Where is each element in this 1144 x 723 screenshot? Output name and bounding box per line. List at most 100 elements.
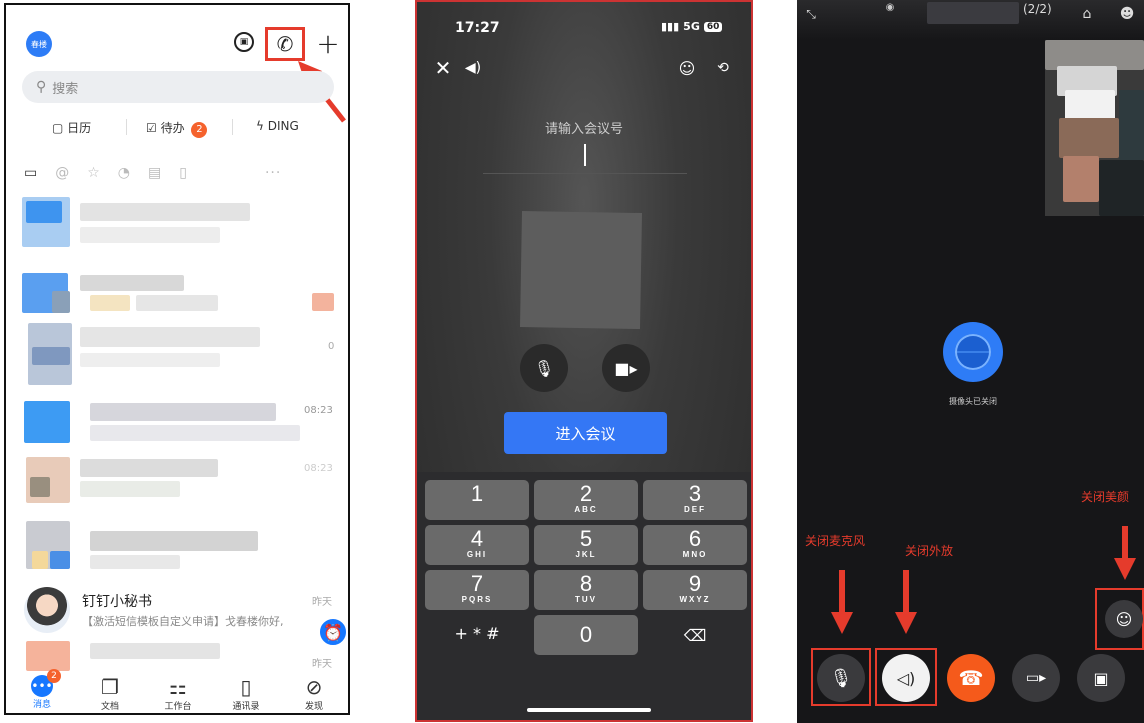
globe-icon [955, 334, 991, 370]
timestamp: 昨天 [312, 659, 332, 670]
speaker-button[interactable]: ◁) [882, 654, 930, 702]
status-time: 17:27 [455, 20, 500, 36]
lightning-icon: ϟ [256, 119, 268, 133]
text-cursor [584, 144, 586, 166]
tab-messages[interactable]: ••• 2 消息 [12, 669, 72, 710]
user-avatar[interactable]: 春楼 [26, 31, 52, 57]
join-meeting-button[interactable]: 进入会议 [504, 412, 667, 454]
doc-icon[interactable]: ▯ [179, 165, 205, 181]
tab-contacts[interactable]: ▯ 通讯录 [216, 675, 276, 712]
tab-workbench[interactable]: ⚏ 工作台 [148, 675, 208, 712]
close-icon[interactable]: ✕ [433, 56, 453, 80]
chat-bubble-icon[interactable]: ▣ [234, 32, 254, 52]
secretary-message: 【激活短信模板自定义申请】戈春楼你好, [82, 615, 284, 628]
search-icon: ⚲ [36, 79, 47, 95]
secretary-row[interactable]: 钉钉小秘书 【激活短信模板自定义申请】戈春楼你好, 昨天 [6, 587, 348, 635]
docs-icon: ❐ [101, 675, 119, 699]
key-2[interactable]: 2 ABC [534, 480, 638, 520]
video-toggle-button[interactable]: ■▸ [602, 344, 650, 392]
timestamp: 0 [328, 341, 335, 352]
box-icon[interactable]: ▤ [148, 165, 179, 181]
quick-entry-bar: ▢ 日历 ☑ 待办 2 ϟ DING [6, 117, 348, 139]
key-7[interactable]: 7 PQRS [425, 570, 529, 610]
key-symbols[interactable]: + * # [425, 624, 529, 643]
more-icon[interactable]: ··· [265, 165, 281, 181]
tab-discover[interactable]: ⊘ 发现 [284, 675, 344, 712]
mic-annotation-label: 关闭麦克风 [805, 534, 866, 548]
desktop-icon[interactable]: ▭ [24, 165, 55, 181]
beauty-icon[interactable]: ☺ [677, 58, 697, 78]
discover-icon: ⊘ [305, 675, 323, 699]
search-input[interactable]: ⚲ 搜索 [22, 71, 334, 103]
backspace-icon[interactable]: ⌫ [643, 618, 747, 652]
camera-flip-icon[interactable]: ⌂ [1077, 4, 1097, 24]
clock-icon[interactable]: ◔ [118, 165, 148, 181]
message-icon: ••• 2 [31, 669, 61, 697]
participant-count: (2/2) [1023, 2, 1052, 16]
message-badge: 2 [47, 669, 61, 683]
key-3[interactable]: 3 DEF [643, 480, 747, 520]
timestamp: 08:23 [304, 405, 333, 416]
star-icon[interactable]: ☆ [87, 165, 118, 181]
key-6[interactable]: 6 MNO [643, 525, 747, 565]
join-meeting-screen: 17:27 ▮▮▮ 5G 60 ✕ ◀) ☺ ⟲ 请输入会议号 🎙 ■▸ 进入会… [415, 0, 753, 722]
key-1[interactable]: 1 [425, 480, 529, 520]
checkbox-icon: ☑ [146, 121, 161, 135]
secretary-name: 钉钉小秘书 [82, 594, 152, 610]
keypad: 1 2 ABC 3 DEF 4 GHI 5 JKL 6 MNO 7 PQRS 8 TUV 9W… [417, 472, 751, 720]
workbench-icon: ⚏ [169, 675, 187, 699]
calendar-icon: ▢ [52, 121, 68, 135]
key-0[interactable]: 0 [534, 615, 638, 655]
key-4[interactable]: 4 GHI [425, 525, 529, 565]
red-arrow-icon [1114, 526, 1136, 580]
record-icon: ◉ [885, 1, 895, 13]
search-placeholder: 搜索 [52, 81, 79, 97]
beauty-button[interactable]: ☺ [1105, 600, 1143, 638]
camera-off-avatar [943, 322, 1003, 382]
list-item[interactable] [26, 641, 70, 671]
timestamp: 08:23 [304, 463, 333, 474]
at-icon[interactable]: @ [55, 165, 87, 181]
screen-share-button[interactable]: ▣ [1077, 654, 1125, 702]
secretary-time: 昨天 [312, 597, 332, 608]
key-8[interactable]: 8 TUV [534, 570, 638, 610]
calendar-entry[interactable]: ▢ 日历 [52, 119, 91, 136]
video-button[interactable]: ▭▸ [1012, 654, 1060, 702]
todo-entry[interactable]: ☑ 待办 2 [146, 119, 208, 138]
status-bar-right: ▮▮▮ 5G 60 [661, 20, 723, 33]
video-preview-placeholder [519, 210, 643, 330]
contacts-icon: ▯ [240, 675, 252, 699]
phone-call-icon[interactable]: ✆ [271, 31, 299, 57]
meeting-number-input[interactable] [483, 142, 687, 174]
red-arrow-icon [831, 570, 853, 634]
mic-button[interactable]: 🎙 [817, 654, 865, 702]
todo-badge: 2 [191, 122, 208, 138]
dingtalk-message-list-screen: 春楼 ▣ ✆ + ⚲ 搜索 ▢ 日历 ☑ 待办 2 ϟ DING ▭@☆◔▤▯ ·… [4, 3, 350, 715]
meeting-title-blurred [927, 2, 1019, 24]
battery-level: 60 [703, 21, 723, 32]
home-indicator [527, 708, 651, 712]
speaker-annotation-label: 关闭外放 [905, 544, 954, 558]
secretary-avatar [24, 587, 70, 633]
in-meeting-screen: ⤡ ◉ (2/2) ⌂ ☻ 摄像头已关闭 关闭麦克风 关闭外放 关闭美颜 ☺ 🎙… [797, 0, 1144, 723]
speaker-icon[interactable]: ◀) [463, 58, 483, 78]
key-5[interactable]: 5 JKL [534, 525, 638, 565]
key-9[interactable]: 9 WXYZ [643, 570, 747, 610]
self-video-thumbnail[interactable] [1045, 40, 1144, 216]
participants-icon[interactable]: ☻ [1117, 4, 1137, 24]
network-type: 5G [683, 20, 700, 33]
alarm-float-button[interactable]: ⏰ [318, 617, 348, 647]
ding-entry[interactable]: ϟ DING [256, 119, 299, 133]
red-arrow-icon [895, 570, 917, 634]
filter-icon-row: ▭@☆◔▤▯ ··· [24, 165, 334, 181]
camera-off-text: 摄像头已关闭 [949, 397, 997, 406]
hang-up-button[interactable]: ☎ [947, 654, 995, 702]
meeting-number-prompt: 请输入会议号 [544, 122, 623, 137]
minimize-icon[interactable]: ⤡ [801, 4, 821, 24]
add-icon[interactable]: + [314, 27, 342, 60]
tab-docs[interactable]: ❐ 文档 [80, 675, 140, 712]
list-item[interactable] [24, 401, 70, 443]
camera-switch-icon[interactable]: ⟲ [713, 58, 733, 78]
mic-toggle-button[interactable]: 🎙 [520, 344, 568, 392]
signal-icon: ▮▮▮ [661, 20, 680, 33]
